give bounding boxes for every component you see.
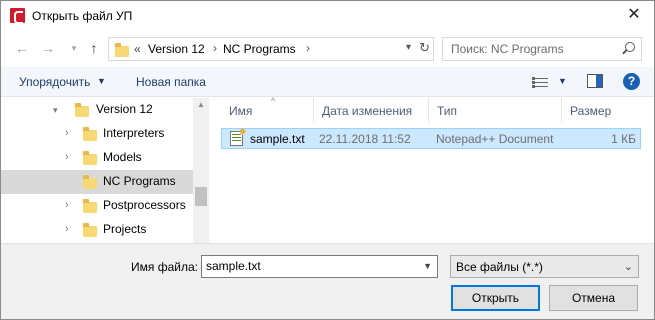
address-dropdown-icon[interactable]: ▾ <box>406 42 411 53</box>
tree-item-nc-programs[interactable]: NC Programs <box>1 170 193 194</box>
column-header-name[interactable]: ^ Имя <box>221 96 314 123</box>
filename-label: Имя файла: <box>131 260 198 274</box>
column-header-date[interactable]: Дата изменения <box>314 98 429 123</box>
folder-icon <box>115 43 129 57</box>
column-label: Имя <box>229 104 253 118</box>
folder-icon <box>83 199 97 213</box>
file-type-filter[interactable]: Все файлы (*.*) ⌄ <box>450 255 639 278</box>
folder-icon <box>75 103 89 117</box>
file-date: 22.11.2018 11:52 <box>319 132 411 146</box>
up-arrow-icon[interactable]: ↑ <box>85 39 103 57</box>
collapsed-chevron-icon[interactable]: › <box>65 151 69 163</box>
collapsed-chevron-icon[interactable]: › <box>65 199 69 211</box>
file-size: 1 КБ <box>611 132 636 146</box>
sort-ascending-icon: ^ <box>271 96 276 106</box>
refresh-icon[interactable]: ↻ <box>419 40 430 56</box>
folder-icon <box>83 223 97 237</box>
tree-label: Models <box>103 150 142 164</box>
tree-item-version-12[interactable]: ▾ Version 12 <box>1 98 193 122</box>
column-label: Тип <box>437 104 458 118</box>
search-input[interactable]: Поиск: NC Programs <box>442 37 642 61</box>
forward-arrow-icon[interactable]: → <box>39 39 57 57</box>
address-bar[interactable]: « Version 12 › NC Programs › ▾ ↻ <box>108 37 434 61</box>
open-file-dialog: Открыть файл УП ✕ ← → ▾ ↑ « Version 12 ›… <box>0 0 655 320</box>
navigation-scrollbar[interactable]: ▲ <box>193 98 209 243</box>
view-options-icon[interactable] <box>532 76 548 88</box>
text-file-icon <box>230 131 243 146</box>
breadcrumb-separator[interactable]: › <box>213 41 217 55</box>
folder-icon <box>83 127 97 141</box>
tree-item-projects[interactable]: › Projects <box>1 218 193 242</box>
scroll-up-icon[interactable]: ▲ <box>197 100 205 109</box>
organize-button[interactable]: Упорядочить <box>19 75 90 89</box>
back-arrow-icon[interactable]: ← <box>13 39 31 57</box>
filename-combobox[interactable]: ▼ <box>201 255 438 278</box>
view-dropdown-icon[interactable]: ▼ <box>558 76 567 86</box>
breadcrumb-separator[interactable]: › <box>306 41 310 55</box>
breadcrumb-version-12[interactable]: Version 12 <box>148 42 205 56</box>
column-header-size[interactable]: Размер <box>562 98 642 123</box>
scrollbar-thumb[interactable] <box>195 187 207 206</box>
column-label: Размер <box>570 104 612 118</box>
breadcrumb-nc-programs[interactable]: NC Programs <box>223 42 296 56</box>
tree-label: Version 12 <box>96 102 153 116</box>
open-button[interactable]: Открыть <box>451 285 540 311</box>
file-row[interactable]: sample.txt 22.11.2018 11:52 Notepad++ Do… <box>221 128 641 149</box>
collapsed-chevron-icon[interactable]: › <box>65 127 69 139</box>
expanded-chevron-icon[interactable]: ▾ <box>53 105 58 116</box>
tree-label: Interpreters <box>103 126 165 140</box>
column-header-type[interactable]: Тип <box>429 98 562 123</box>
recent-locations-chevron-icon[interactable]: ▾ <box>65 39 83 57</box>
tree-label: Projects <box>103 222 147 236</box>
navigation-pane: ▾ Version 12 › Interpreters › Models NC … <box>1 98 209 243</box>
tree-item-postprocessors[interactable]: › Postprocessors <box>1 194 193 218</box>
help-icon[interactable]: ? <box>623 73 640 90</box>
file-type: Notepad++ Document <box>436 132 554 146</box>
file-list: ^ Имя Дата изменения Тип Размер sample.t… <box>211 96 654 243</box>
folder-icon <box>83 151 97 165</box>
filename-dropdown-icon[interactable]: ▼ <box>423 261 432 271</box>
file-name: sample.txt <box>250 132 305 146</box>
breadcrumb-overflow[interactable]: « <box>134 42 141 56</box>
column-label: Дата изменения <box>322 104 413 118</box>
preview-pane-icon[interactable] <box>587 74 603 88</box>
command-toolbar: Упорядочить ▼ Новая папка ▼ ? <box>1 67 654 97</box>
tree-label: Postprocessors <box>103 198 186 212</box>
tree-item-interpreters[interactable]: › Interpreters <box>1 122 193 146</box>
cancel-button[interactable]: Отмена <box>549 285 638 311</box>
dialog-footer: Имя файла: ▼ Все файлы (*.*) ⌄ Открыть О… <box>1 243 654 319</box>
search-icon[interactable] <box>625 42 635 52</box>
tree-label: NC Programs <box>103 174 176 188</box>
new-folder-button[interactable]: Новая папка <box>136 75 206 89</box>
close-button[interactable]: ✕ <box>622 4 646 26</box>
search-placeholder: Поиск: NC Programs <box>451 42 564 56</box>
folder-icon <box>83 175 97 189</box>
filter-value: Все файлы (*.*) <box>456 260 543 274</box>
filename-input[interactable] <box>206 259 416 273</box>
dialog-title: Открыть файл УП <box>32 9 133 23</box>
collapsed-chevron-icon[interactable]: › <box>65 223 69 235</box>
filter-chevron-icon[interactable]: ⌄ <box>624 260 633 273</box>
organize-dropdown-icon[interactable]: ▼ <box>97 76 106 86</box>
tree-item-models[interactable]: › Models <box>1 146 193 170</box>
app-logo-icon <box>10 8 25 24</box>
title-bar: Открыть файл УП ✕ <box>1 1 654 31</box>
